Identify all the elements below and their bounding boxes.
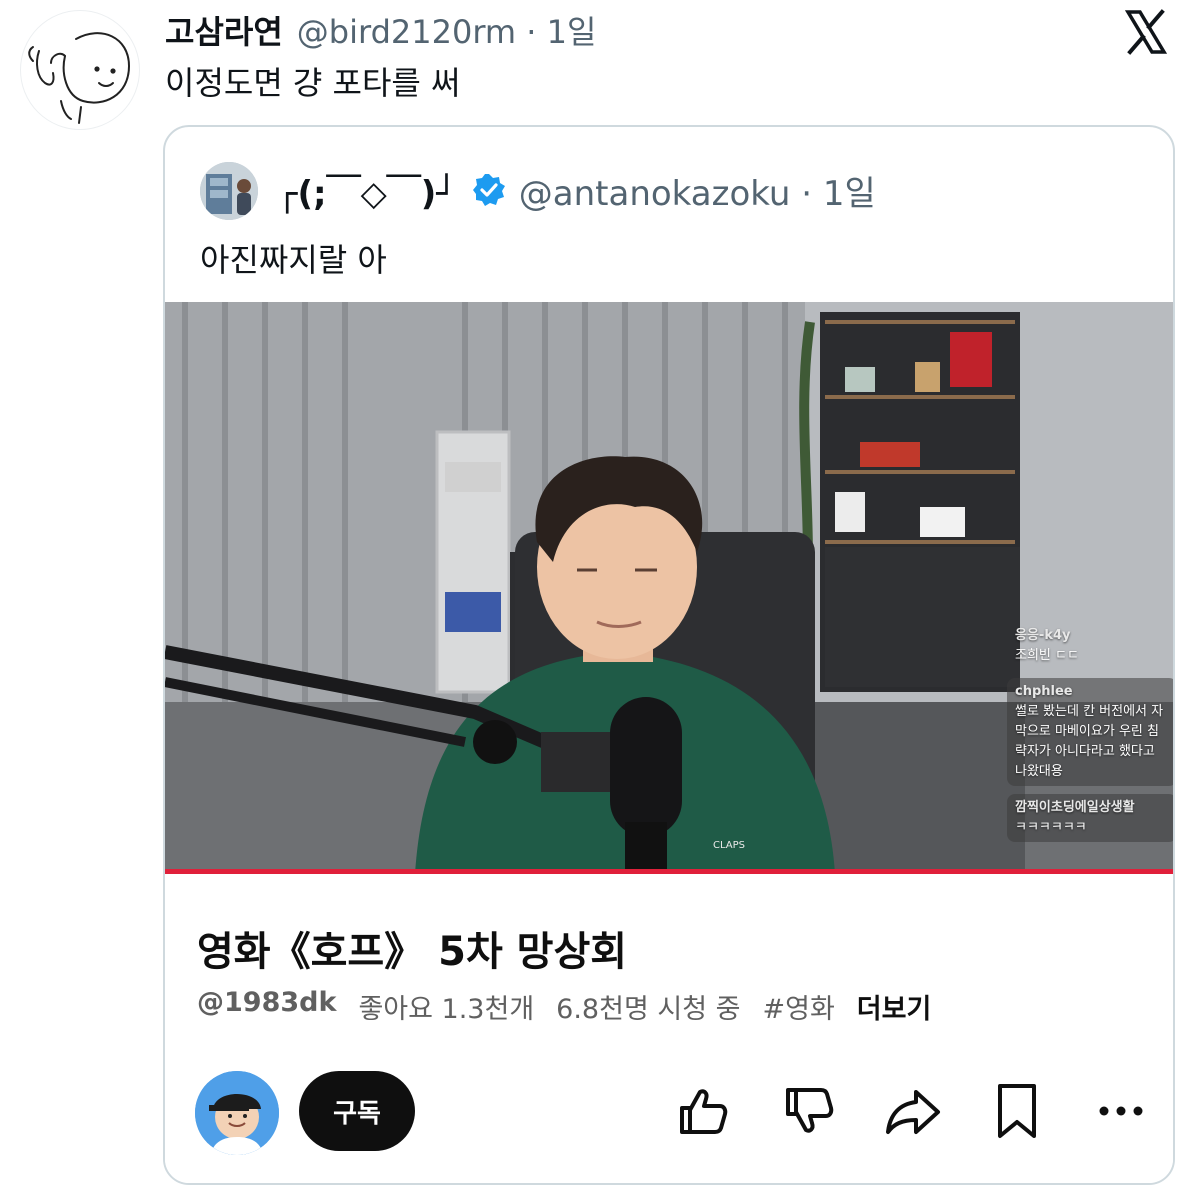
chat-message: 응응-k4y 조희빈 ㄷㄷ — [1007, 622, 1173, 670]
video-screenshot[interactable]: CLAPS 응응-k4y 조희빈 ㄷㄷ chphlee 썰로 봤는데 칸 버전에… — [165, 302, 1173, 874]
chat-message: 깜찍이초딩에일상생활 ㅋㅋㅋㅋㅋㅋ — [1007, 794, 1173, 842]
x-logo-icon[interactable] — [1122, 8, 1170, 56]
channel-avatar[interactable] — [195, 1071, 279, 1155]
doodle-avatar-icon — [28, 32, 131, 124]
video-meta-row: @1983dk 좋아요 1.3천개 6.8천명 시청 중 #영화 더보기 — [197, 987, 931, 1026]
chat-message: chphlee 썰로 봤는데 칸 버전에서 자막으로 마베이요가 우린 침략자가… — [1007, 678, 1173, 786]
hashtag[interactable]: #영화 — [762, 987, 834, 1026]
tweet-header: 고삼라연 @bird2120rm · 1일 — [165, 8, 596, 52]
like-count: 좋아요 1.3천개 — [358, 994, 535, 1025]
tweet-text: 이정도면 걍 포타를 써 — [165, 64, 461, 102]
author-handle-time[interactable]: @bird2120rm · 1일 — [297, 7, 597, 53]
chat-username: chphlee — [1015, 684, 1073, 699]
quoted-tweet-header: ┌(;￣◇￣)┘ @antanokazoku · 1일 — [277, 165, 876, 215]
author-display-name[interactable]: 고삼라연 — [165, 7, 283, 53]
live-chat-overlay: 응응-k4y 조희빈 ㄷㄷ chphlee 썰로 봤는데 칸 버전에서 자막으로… — [1007, 622, 1173, 850]
chat-username: 응응-k4y — [1015, 628, 1071, 643]
chat-text: 조희빈 ㄷㄷ — [1015, 648, 1079, 663]
viewer-count: 6.8천명 시청 중 — [556, 994, 741, 1025]
share-icon[interactable] — [883, 1081, 943, 1141]
youtube-info-sheet: 영화《호프》 5차 망상회 @1983dk 좋아요 1.3천개 6.8천명 시청… — [165, 875, 1173, 1183]
quoted-tweet-text: 아진짜지랄 아 — [200, 241, 387, 279]
building-photo-icon — [200, 162, 258, 220]
subscribe-button[interactable]: 구독 — [299, 1071, 415, 1151]
channel-handle[interactable]: @1983dk — [197, 987, 336, 1026]
chat-text: 썰로 봤는데 칸 버전에서 자막으로 마베이요가 우린 침략자가 아니다라고 했… — [1015, 704, 1164, 779]
verified-icon — [472, 174, 505, 206]
more-icon[interactable] — [1091, 1081, 1151, 1141]
svg-text:CLAPS: CLAPS — [713, 840, 745, 851]
cartoon-avatar-icon — [195, 1071, 279, 1155]
quoted-tweet-card[interactable]: ┌(;￣◇￣)┘ @antanokazoku · 1일 아진짜지랄 아 CLAP… — [163, 125, 1175, 1185]
more-link[interactable]: 더보기 — [857, 987, 932, 1026]
quoted-author-avatar[interactable] — [200, 162, 258, 220]
quoted-author-name[interactable]: ┌(;￣◇￣)┘ — [277, 166, 457, 215]
author-avatar[interactable] — [20, 10, 140, 130]
video-title[interactable]: 영화《호프》 5차 망상회 — [197, 919, 627, 977]
video-progress-bar[interactable] — [165, 869, 1173, 874]
quoted-author-handle-time[interactable]: @antanokazoku · 1일 — [519, 166, 876, 215]
thumbs-up-icon[interactable] — [673, 1081, 733, 1141]
chat-username: 깜찍이초딩에일상생활 — [1015, 800, 1135, 815]
save-icon[interactable] — [987, 1081, 1047, 1141]
chat-text: ㅋㅋㅋㅋㅋㅋ — [1015, 820, 1087, 835]
thumbs-down-icon[interactable] — [779, 1081, 839, 1141]
